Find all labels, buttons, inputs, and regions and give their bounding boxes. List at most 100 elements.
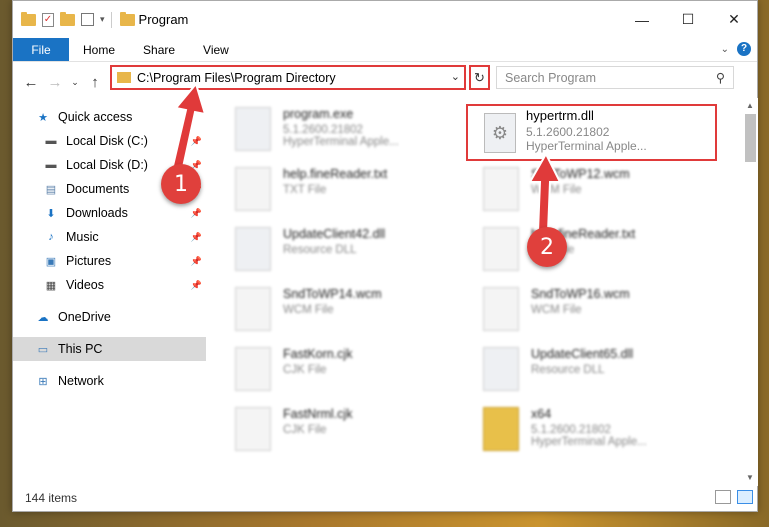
status-bar: 144 items — [13, 485, 757, 511]
properties-check-icon[interactable]: ✓ — [42, 12, 54, 27]
music-icon: ♪ — [48, 231, 54, 243]
file-icon — [235, 287, 271, 331]
title-folder-icon — [119, 11, 135, 26]
sidebar-item-network[interactable]: ⊞ Network — [13, 369, 206, 393]
file-item[interactable]: program.exe 5.1.2600.21802 HyperTerminal… — [209, 101, 449, 159]
file-name: FastKorn.cjk — [283, 347, 353, 361]
dll-file-icon: ⚙ — [484, 113, 516, 153]
expand-ribbon-icon[interactable]: ⌄ — [721, 44, 729, 55]
file-name: SndToWP16.wcm — [531, 287, 630, 301]
exe-file-icon — [235, 107, 271, 151]
navigation-pane: ★ Quick access ▬ Local Disk (C:) 📌 ▬ Loc… — [13, 99, 206, 472]
ribbon-tabs: File Home Share View ⌄ ? — [13, 38, 757, 62]
file-item-highlighted[interactable]: ⚙ hypertrm.dll 5.1.2600.21802 HyperTermi… — [466, 104, 717, 161]
refresh-button[interactable]: ↻ — [469, 65, 490, 90]
chevron-down-icon[interactable]: ⌄ — [451, 70, 460, 83]
search-input[interactable]: Search Program ⚲ — [496, 66, 734, 89]
file-item[interactable]: x64 5.1.2600.21802 HyperTerminal Apple..… — [457, 401, 697, 459]
file-type: TXT File — [283, 184, 327, 196]
file-name: FastNrml.cjk — [283, 407, 353, 421]
title-bar: ✓ ▾ Program — ☐ ✕ — [13, 1, 757, 38]
file-name: x64 — [531, 407, 552, 421]
refresh-icon: ↻ — [474, 69, 485, 85]
file-name: SndToWP12.wcm — [531, 167, 630, 181]
sidebar-item-local-disk-c[interactable]: ▬ Local Disk (C:) 📌 — [13, 129, 206, 153]
file-item[interactable]: help.fineReader.txt TXT File — [209, 161, 449, 219]
address-path: C:\Program Files\Program Directory — [137, 70, 336, 85]
file-item[interactable]: SndToWP14.wcm WCM File — [209, 281, 449, 339]
sidebar-item-label: Videos — [66, 278, 104, 292]
large-icons-view-icon[interactable] — [737, 490, 753, 504]
quick-access-toolbar: ✓ ▾ — [13, 11, 105, 27]
back-button[interactable]: ← — [19, 74, 43, 91]
minimize-button[interactable]: — — [619, 1, 665, 38]
star-icon: ★ — [38, 111, 48, 124]
network-icon: ⊞ — [38, 375, 48, 388]
file-item[interactable]: FastKorn.cjk CJK File — [209, 341, 449, 399]
file-description: HyperTerminal Apple... — [283, 136, 399, 148]
downloads-icon: ⬇ — [46, 207, 56, 220]
new-folder-icon[interactable] — [60, 11, 75, 26]
forward-button[interactable]: → — [43, 74, 67, 91]
sidebar-item-downloads[interactable]: ⬇ Downloads 📌 — [13, 201, 206, 225]
file-item[interactable]: UpdateClient42.dll Resource DLL — [209, 221, 449, 279]
sidebar-item-label: Downloads — [66, 206, 128, 220]
sidebar-item-label: Local Disk (D:) — [66, 158, 148, 172]
file-type: CJK File — [283, 364, 327, 376]
tab-home[interactable]: Home — [69, 38, 129, 61]
drive-icon: ▬ — [45, 159, 57, 171]
tab-view[interactable]: View — [189, 38, 243, 61]
folder-icon — [117, 72, 131, 83]
tab-share[interactable]: Share — [129, 38, 189, 61]
up-button[interactable]: ↑ — [83, 74, 107, 91]
scroll-up-icon[interactable]: ▲ — [742, 98, 758, 114]
ribbon-right: ⌄ ? — [721, 42, 751, 56]
sidebar-item-label: Local Disk (C:) — [66, 134, 148, 148]
pin-icon: 📌 — [190, 255, 202, 266]
file-version: 5.1.2600.21802 — [283, 124, 363, 136]
file-type: Resource DLL — [531, 364, 605, 376]
sidebar-item-label: Music — [66, 230, 99, 244]
pin-icon: 📌 — [190, 135, 202, 146]
file-type: CJK File — [283, 424, 327, 436]
file-item[interactable]: SndToWP16.wcm WCM File — [457, 281, 697, 339]
file-type: WCM File — [283, 304, 334, 316]
file-item[interactable]: help.fineReader.txt TXT File — [457, 221, 697, 279]
file-type: WCM File — [531, 184, 582, 196]
documents-icon: ▤ — [45, 183, 57, 196]
folder-icon[interactable] — [21, 11, 36, 26]
sidebar-item-label: This PC — [58, 342, 103, 356]
maximize-button[interactable]: ☐ — [665, 1, 711, 38]
file-item[interactable]: SndToWP12.wcm WCM File — [457, 161, 697, 219]
videos-icon: ▦ — [45, 279, 57, 292]
sidebar-item-onedrive[interactable]: ☁ OneDrive — [13, 305, 206, 329]
sidebar-item-label: Documents — [66, 182, 130, 196]
pin-icon: 📌 — [190, 279, 202, 290]
file-item[interactable]: FastNrml.cjk CJK File — [209, 401, 449, 459]
window-title: Program — [138, 12, 189, 27]
sidebar-item-label: Network — [58, 374, 104, 388]
search-icon: ⚲ — [715, 71, 725, 85]
file-icon — [235, 407, 271, 451]
folder-icon — [483, 407, 519, 451]
file-item[interactable]: UpdateClient65.dll Resource DLL — [457, 341, 697, 399]
address-bar[interactable]: C:\Program Files\Program Directory ⌄ — [110, 65, 466, 90]
sidebar-item-videos[interactable]: ▦ Videos 📌 — [13, 273, 206, 297]
toolbar-dropdown-icon[interactable]: ▾ — [100, 14, 105, 25]
sidebar-item-quick-access[interactable]: ★ Quick access — [13, 105, 206, 129]
customize-icon[interactable] — [81, 13, 94, 26]
sidebar-item-this-pc[interactable]: ▭ This PC — [13, 337, 206, 361]
vertical-scrollbar[interactable]: ▲ ▼ — [742, 98, 758, 486]
file-type: WCM File — [531, 304, 582, 316]
help-icon[interactable]: ? — [737, 42, 751, 56]
sidebar-item-music[interactable]: ♪ Music 📌 — [13, 225, 206, 249]
tab-file[interactable]: File — [13, 38, 69, 61]
file-name: UpdateClient42.dll — [283, 227, 386, 241]
scroll-down-icon[interactable]: ▼ — [742, 470, 758, 486]
sidebar-item-pictures[interactable]: ▣ Pictures 📌 — [13, 249, 206, 273]
details-view-icon[interactable] — [715, 490, 731, 504]
scroll-thumb[interactable] — [745, 114, 756, 162]
recent-locations-icon[interactable]: ⌄ — [67, 77, 83, 88]
dll-file-icon — [235, 227, 271, 271]
close-button[interactable]: ✕ — [711, 1, 757, 38]
